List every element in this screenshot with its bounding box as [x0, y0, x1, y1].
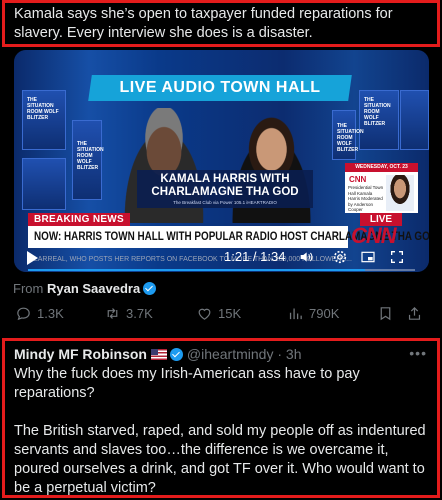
verified-badge-icon	[169, 348, 183, 361]
bookmark-icon	[380, 307, 391, 321]
video-progress-bar[interactable]	[28, 269, 415, 271]
play-icon[interactable]	[27, 251, 38, 265]
reply-author-handle[interactable]: @iheartmindy	[187, 346, 274, 362]
studio-screen: THE SITUATION ROOM WOLF BLITZER	[359, 90, 399, 150]
share-button[interactable]	[406, 305, 423, 322]
more-options-icon[interactable]: •••	[409, 345, 427, 361]
views-count: 790K	[309, 306, 340, 321]
retweet-count: 3.7K	[126, 306, 153, 321]
reply-author-name[interactable]: Mindy MF Robinson	[14, 346, 147, 362]
retweet-button[interactable]: 3.7K	[104, 305, 153, 322]
reply-tweet: Mindy MF Robinson @iheartmindy · 3h ••• …	[2, 338, 440, 498]
share-icon	[408, 306, 421, 320]
tweet-text: Kamala says she’s open to taxpayer funde…	[2, 0, 440, 47]
us-flag-icon	[150, 349, 167, 360]
reply-button[interactable]: 1.3K	[15, 305, 64, 322]
bookmark-button[interactable]	[377, 305, 394, 322]
headline-banner: LIVE AUDIO TOWN HALL	[88, 75, 352, 101]
reply-count: 1.3K	[37, 306, 64, 321]
reply-header: Mindy MF Robinson @iheartmindy · 3h	[14, 346, 301, 362]
promo-portrait	[386, 175, 414, 211]
studio-screen: THE SITUATION ROOM WOLF BLITZER	[72, 120, 104, 200]
reply-paragraph: The British starved, raped, and sold my …	[14, 423, 426, 496]
studio-screen	[400, 90, 429, 150]
views-chart-icon	[289, 308, 302, 320]
retweet-icon	[107, 308, 118, 319]
news-ticker: NOW: HARRIS TOWN HALL WITH POPULAR RADIO…	[28, 226, 429, 248]
like-button[interactable]: 15K	[196, 305, 241, 322]
fullscreen-icon[interactable]	[389, 249, 405, 265]
reply-icon	[17, 307, 30, 321]
quoted-tweet: Kamala says she’s open to taxpayer funde…	[0, 0, 442, 332]
video-player[interactable]: THE SITUATION ROOM WOLF BLITZER THE SITU…	[14, 50, 429, 272]
tweet-actions: 1.3K 3.7K 15K 790K	[0, 305, 442, 325]
reply-paragraph: Why the fuck does my Irish-American ass …	[14, 366, 360, 401]
attribution-author[interactable]: Ryan Saavedra	[47, 281, 140, 296]
views-button[interactable]: 790K	[287, 305, 339, 322]
reply-timestamp[interactable]: 3h	[286, 346, 302, 362]
picture-in-picture-icon[interactable]	[360, 249, 376, 265]
cnn-logo: CNN	[351, 223, 397, 248]
studio-screen	[22, 158, 66, 210]
video-timecode: 1:21 / 1:34	[224, 249, 286, 264]
like-count: 15K	[218, 306, 242, 321]
heart-icon	[198, 308, 211, 320]
studio-screen: THE SITUATION ROOM WOLF BLITZER	[332, 110, 364, 160]
volume-icon[interactable]	[298, 249, 314, 265]
studio-screen: THE SITUATION ROOM WOLF BLITZER	[22, 90, 66, 150]
verified-badge-icon	[143, 282, 157, 295]
town-hall-promo-card: WEDNESDAY, OCT. 23 CNN Presidential Town…	[345, 163, 418, 213]
reply-text: Why the fuck does my Irish-American ass …	[14, 365, 434, 500]
settings-gear-icon[interactable]	[332, 249, 348, 265]
breaking-news-label: BREAKING NEWS	[28, 213, 130, 226]
video-progress-fill	[28, 269, 365, 271]
video-attribution: From Ryan Saavedra	[13, 281, 157, 296]
guest-lower-third: KAMALA HARRIS WITH CHARLAMAGNE THA GOD T…	[137, 170, 313, 208]
separator-dot: ·	[277, 346, 283, 362]
